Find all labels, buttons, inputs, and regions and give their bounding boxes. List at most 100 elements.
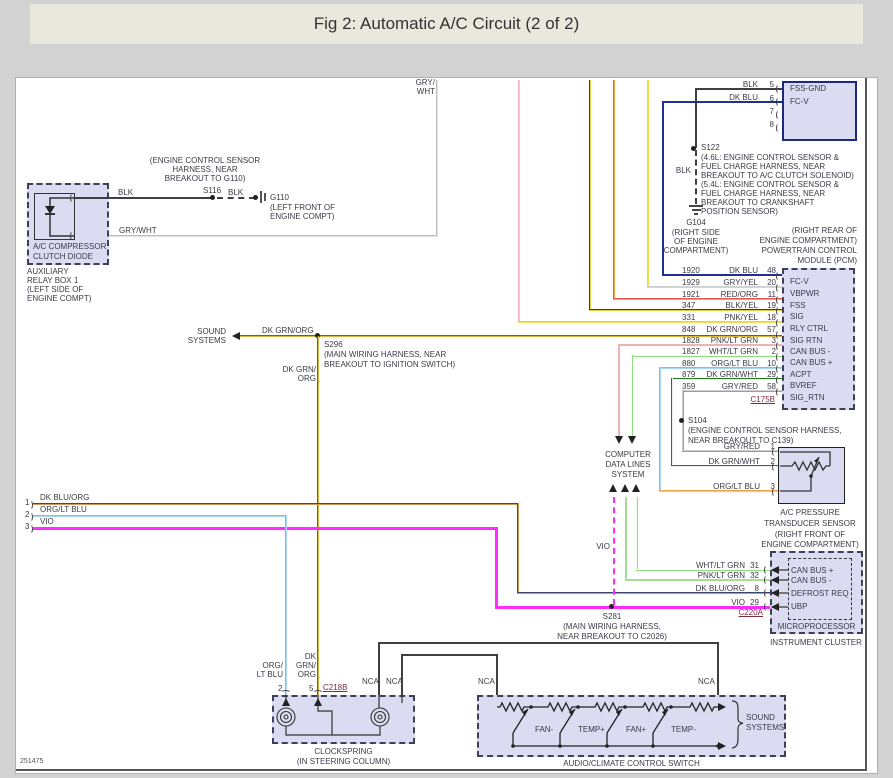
pin-arc — [27, 500, 33, 510]
sound-systems-label: SYSTEMS — [746, 723, 784, 732]
cluster-pin-arrow — [771, 603, 779, 611]
sound-systems-arrow — [232, 332, 240, 340]
pin-arc — [764, 602, 770, 612]
pin-arc — [776, 110, 782, 120]
s116-note: BREAKOUT TO G110) — [145, 174, 265, 183]
wire-1920-h — [662, 274, 782, 276]
circuit-number: 1921 — [682, 290, 700, 299]
cdl-down-arrow — [615, 436, 623, 444]
wire-color: DK GRN/ORG — [262, 326, 314, 335]
splice-s122-label: S122 — [701, 143, 720, 152]
relay-box-location: AUXILIARY — [27, 267, 69, 276]
cut-wire-label: GRY/ — [416, 78, 435, 87]
wire-nca-h-lower — [401, 654, 498, 656]
pcm-pin-label: SIG RTN — [790, 336, 822, 345]
relay-box-location: RELAY BOX 1 — [27, 276, 78, 285]
wire-vio-dashed-v — [613, 497, 615, 605]
pin-number: 19 — [767, 301, 776, 310]
s281-note: (MAIN WIRING HARNESS, — [537, 622, 687, 631]
pin-number: 10 — [767, 359, 776, 368]
s122-note: FUEL CHARGE HARNESS, NEAR — [701, 189, 825, 198]
splice-s296-label: S296 — [324, 340, 343, 349]
frame-bottom — [16, 769, 867, 771]
instrument-cluster-label: INSTRUMENT CLUSTER — [761, 638, 871, 647]
pin-number: 48 — [767, 266, 776, 275]
pcm-pin-label: SIG — [790, 312, 804, 321]
s122-note: FUEL CHARGE HARNESS, NEAR — [701, 162, 825, 171]
s122-note: BREAKOUT TO A/C CLUTCH SOLENOID) — [701, 171, 854, 180]
fss-pin-number: 8 — [770, 120, 774, 129]
wire-orgltblu-v — [285, 515, 287, 695]
pin-arc — [776, 364, 782, 374]
wire-880-v — [659, 367, 661, 491]
ground-g104-bar — [689, 205, 703, 207]
s122-note: POSITION SENSOR) — [701, 207, 778, 216]
switch-position-label: FAN+ — [626, 725, 646, 734]
transducer-name: A/C PRESSURE — [750, 508, 870, 517]
ground-g110-bar — [264, 193, 266, 201]
cluster-pin-label: CAN BUS - — [791, 576, 831, 585]
wire-label-blk: BLK — [743, 80, 758, 89]
wire-canbusminus-v — [625, 497, 627, 580]
pcm-pin-label: CAN BUS - — [790, 347, 830, 356]
pin-arc — [776, 375, 782, 385]
ground-g104-note: OF ENGINE — [656, 237, 736, 246]
wire-grywht-h — [75, 235, 437, 237]
s116-note: HARNESS, NEAR — [145, 165, 265, 174]
switch-position-label: TEMP- — [671, 725, 696, 734]
circuit-number: 1920 — [682, 266, 700, 275]
transducer-name: ENGINE COMPARTMENT) — [750, 540, 870, 549]
circuit-number: 347 — [682, 301, 695, 310]
ground-g110-note: (LEFT FRONT OF — [270, 203, 335, 212]
circuit-number: 331 — [682, 313, 695, 322]
wire-canbusplus-v — [636, 497, 638, 570]
s296-note: (MAIN WIRING HARNESS, NEAR — [324, 350, 446, 359]
pin-arc — [776, 318, 782, 328]
frame-right — [865, 78, 867, 771]
diode-label: CLUTCH DIODE — [33, 252, 93, 261]
diode-label: A/C COMPRESSOR — [33, 242, 106, 251]
computer-data-lines-label: COMPUTER — [593, 450, 663, 459]
clockspring-label: CLOCKSPRING — [272, 747, 415, 756]
pin-number: 32 — [750, 571, 759, 580]
wire-blk-dashed-v — [695, 150, 697, 204]
ground-g104-note: COMPARTMENT) — [656, 246, 736, 255]
pin-number: 57 — [767, 325, 776, 334]
cut-wire-label: WHT — [417, 87, 435, 96]
splice-s104-label: S104 — [688, 416, 707, 425]
pin-arc — [776, 271, 782, 281]
wire-1929-h — [647, 286, 782, 288]
wire-color: GRY/RED — [722, 382, 758, 391]
s296-note: BREAKOUT TO IGNITION SWITCH) — [324, 360, 455, 369]
wire-1828-v — [618, 344, 620, 436]
wire-color: ORG/LT BLU — [713, 482, 760, 491]
ground-g110-bar — [260, 191, 262, 203]
wire-color: ORG/LT BLU — [40, 505, 87, 514]
wire-pnkyel-v — [518, 80, 520, 322]
cdl-down-arrow — [628, 436, 636, 444]
wire-color: DK GRN/ — [283, 365, 316, 374]
ground-g110-note: ENGINE COMPT) — [270, 212, 334, 221]
wire-1827-h — [632, 355, 782, 357]
wire-color: GRN/ — [296, 661, 316, 670]
circuit-number: 1827 — [682, 347, 700, 356]
splice-s104-dot — [679, 418, 684, 423]
pin-number: 8 — [755, 584, 759, 593]
wire-blk-diode — [75, 197, 212, 199]
audio-climate-switch-label: AUDIO/CLIMATE CONTROL SWITCH — [477, 759, 786, 768]
wire-orgltblu-h1 — [33, 515, 287, 517]
pin-arc — [776, 352, 782, 362]
wire-color: RED/ORG — [721, 290, 758, 299]
s122-note: (4.6L: ENGINE CONTROL SENSOR & — [701, 153, 839, 162]
pin-arc — [776, 283, 782, 293]
wire-dkbluorg-v — [517, 503, 519, 593]
wire-label-blk: BLK — [228, 188, 243, 197]
splice-s116-label: S116 — [203, 186, 221, 195]
wire-dkbluorg-h1 — [33, 503, 519, 505]
pin-arc — [776, 123, 782, 133]
connector-c220a: C220A — [739, 608, 763, 617]
doc-number: 251475 — [20, 757, 43, 766]
wire-nca-v1 — [378, 643, 380, 695]
wire-color: ORG/LT BLU — [711, 359, 758, 368]
s116-note: (ENGINE CONTROL SENSOR — [145, 156, 265, 165]
